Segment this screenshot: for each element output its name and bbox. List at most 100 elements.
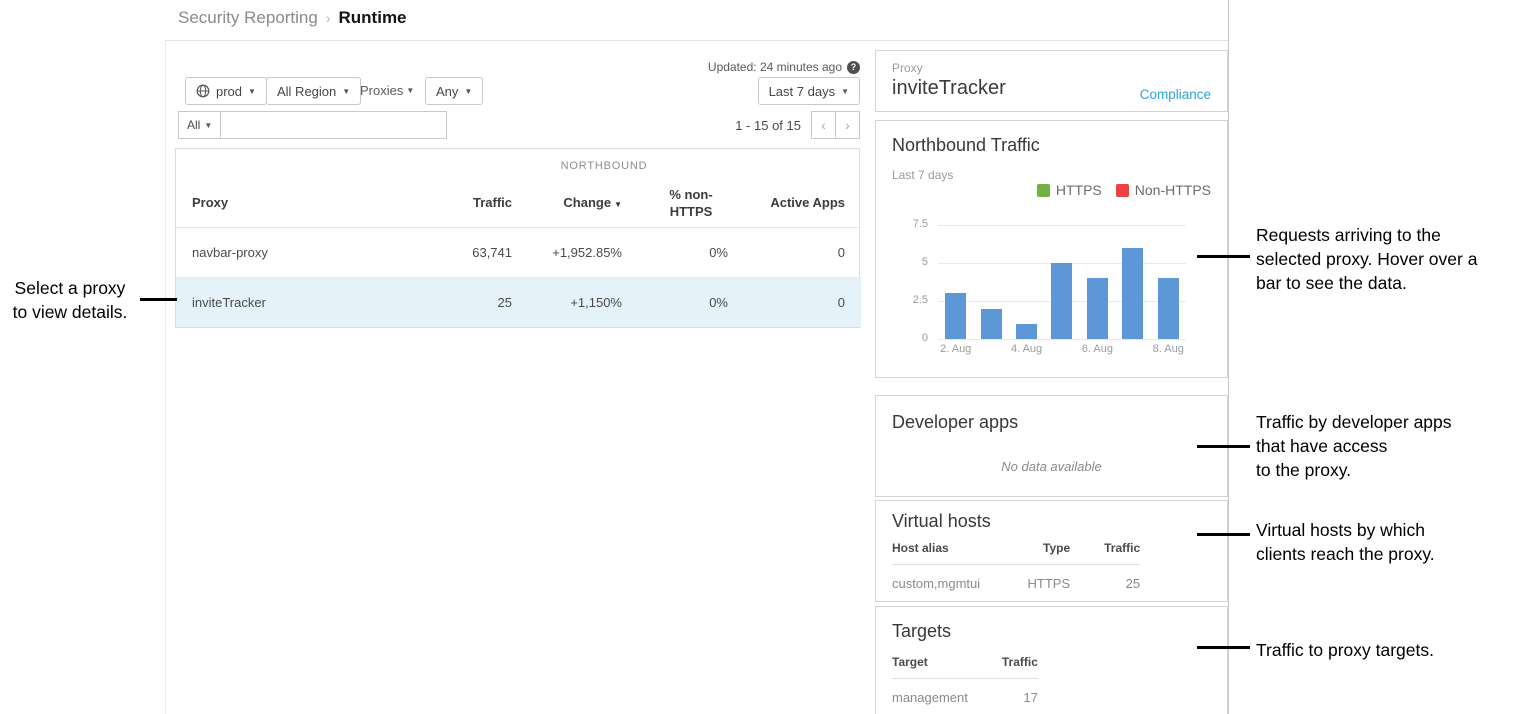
help-icon[interactable]: ?	[847, 61, 860, 74]
proxy-row-navbar-proxy[interactable]: navbar-proxy63,741+1,952.85%0%0	[176, 227, 861, 277]
chevron-down-icon: ▼	[342, 87, 350, 96]
environment-dropdown[interactable]: prod ▼	[185, 77, 267, 105]
compliance-link[interactable]: Compliance	[1140, 87, 1211, 102]
legend-item-https: HTTPS	[1037, 182, 1102, 198]
traffic-bar-6-aug[interactable]	[1087, 278, 1108, 339]
table-row-management: management17	[892, 679, 1038, 706]
cell-non-https: 0%	[638, 227, 744, 277]
traffic-bar-2-aug[interactable]	[945, 293, 966, 339]
legend-label: HTTPS	[1056, 182, 1102, 198]
callout-line	[1197, 445, 1250, 448]
column-header-traffic: Traffic	[968, 655, 1038, 679]
chevron-down-icon: ▼	[248, 87, 256, 96]
traffic-bar-7-aug[interactable]	[1122, 248, 1143, 339]
table-header-row: ProxyTrafficChange▼% non- HTTPSActive Ap…	[176, 179, 861, 227]
traffic-bar-3-aug[interactable]	[981, 309, 1002, 339]
legend-item-non-https: Non-HTTPS	[1116, 182, 1211, 198]
cell-proxy: inviteTracker	[176, 277, 426, 327]
content-right-border	[1228, 0, 1229, 714]
breadcrumb: Security Reporting › Runtime	[178, 8, 407, 28]
breadcrumb-separator-icon: ›	[326, 10, 331, 26]
column-header-host-alias: Host alias	[892, 541, 980, 565]
legend-label: Non-HTTPS	[1135, 182, 1211, 198]
bar-slot	[1151, 225, 1186, 339]
column-header-traffic[interactable]: Traffic	[426, 179, 528, 227]
column-header-type: Type	[980, 541, 1070, 565]
cell-traffic: 63,741	[426, 227, 528, 277]
annotation-developer-apps: Traffic by developer apps that have acce…	[1256, 410, 1516, 482]
cell-proxy: navbar-proxy	[176, 227, 426, 277]
table-row-custom-mgmtui: custom,mgmtuiHTTPS25	[892, 565, 1140, 592]
bar-slot	[1115, 225, 1150, 339]
x-axis-tick-label: 4. Aug	[1009, 343, 1044, 355]
proxies-label: Proxies	[360, 83, 403, 98]
globe-icon	[196, 84, 210, 98]
chevron-down-icon: ▼	[204, 121, 212, 130]
search-scope-dropdown[interactable]: All ▼	[178, 111, 221, 139]
virtual-hosts-card: Virtual hosts Host aliasTypeTraffic cust…	[875, 500, 1228, 602]
chevron-down-icon: ▼	[841, 87, 849, 96]
proxy-detail-header-card: Proxy inviteTracker Compliance	[875, 50, 1228, 112]
cell-traffic: 17	[968, 679, 1038, 706]
page-title: Runtime	[339, 8, 407, 28]
region-label: All Region	[277, 84, 336, 99]
legend-swatch-icon	[1116, 184, 1129, 197]
targets-header-row: TargetTraffic	[892, 655, 1038, 679]
y-axis-tick-label: 0	[883, 332, 928, 344]
targets-title: Targets	[892, 621, 951, 642]
any-filter-dropdown[interactable]: Any ▼	[425, 77, 483, 105]
annotation-requests: Requests arriving to the selected proxy.…	[1256, 223, 1516, 295]
developer-apps-card: Developer apps No data available	[875, 395, 1228, 497]
y-axis-tick-label: 5	[883, 256, 928, 268]
any-label: Any	[436, 84, 458, 99]
chevron-down-icon: ▼	[406, 86, 414, 95]
region-dropdown[interactable]: All Region ▼	[266, 77, 361, 105]
pagination-range: 1 - 15 of 15	[735, 118, 801, 133]
cell-host-alias: custom,mgmtui	[892, 565, 980, 592]
x-axis-tick-label	[1115, 343, 1150, 355]
x-axis-tick-label	[1044, 343, 1079, 355]
breadcrumb-section-link[interactable]: Security Reporting	[178, 8, 318, 28]
security-reporting-runtime-page: Security Reporting › Runtime Updated: 24…	[0, 0, 1516, 714]
updated-text: Updated: 24 minutes ago	[708, 60, 842, 74]
callout-line	[1197, 533, 1250, 536]
x-axis-tick-label: 6. Aug	[1080, 343, 1115, 355]
previous-page-button[interactable]: ‹	[811, 111, 836, 139]
cell-target: management	[892, 679, 968, 706]
northbound-traffic-title: Northbound Traffic	[892, 135, 1040, 156]
proxy-table: NORTHBOUND ProxyTrafficChange▼% non- HTT…	[175, 148, 860, 328]
traffic-bar-4-aug[interactable]	[1016, 324, 1037, 339]
chart-x-axis-labels: 2. Aug4. Aug6. Aug8. Aug	[938, 343, 1186, 355]
developer-apps-title: Developer apps	[892, 412, 1018, 433]
column-header-non-https[interactable]: % non- HTTPS	[638, 179, 744, 227]
callout-line	[140, 298, 177, 301]
proxy-label: Proxy	[892, 61, 923, 75]
bar-slot	[973, 225, 1008, 339]
traffic-bar-8-aug[interactable]	[1158, 278, 1179, 339]
proxies-dropdown[interactable]: Proxies ▼	[360, 83, 414, 98]
cell-traffic: 25	[426, 277, 528, 327]
column-header-target: Target	[892, 655, 968, 679]
proxy-row-invitetracker[interactable]: inviteTracker25+1,150%0%0	[176, 277, 861, 327]
column-header-proxy[interactable]: Proxy	[176, 179, 426, 227]
column-header-active-apps[interactable]: Active Apps	[744, 179, 861, 227]
search-input[interactable]	[220, 111, 447, 139]
callout-line	[1197, 646, 1250, 649]
next-page-button[interactable]: ›	[835, 111, 860, 139]
column-header-change[interactable]: Change▼	[528, 179, 638, 227]
time-range-dropdown[interactable]: Last 7 days ▼	[758, 77, 860, 105]
no-data-message: No data available	[876, 459, 1227, 474]
cell-non-https: 0%	[638, 277, 744, 327]
x-axis-tick-label	[973, 343, 1008, 355]
chart-legend: HTTPS Non-HTTPS	[1037, 182, 1211, 198]
search-scope-label: All	[187, 118, 200, 132]
environment-label: prod	[216, 84, 242, 99]
bar-slot	[938, 225, 973, 339]
annotation-select-proxy: Select a proxy to view details.	[0, 276, 140, 324]
northbound-traffic-card: Northbound Traffic Last 7 days HTTPS Non-…	[875, 120, 1228, 378]
callout-line	[1197, 255, 1250, 258]
traffic-bar-5-aug[interactable]	[1051, 263, 1072, 339]
table-group-header-row: NORTHBOUND	[176, 149, 859, 179]
bar-slot	[1044, 225, 1079, 339]
chart-subtitle: Last 7 days	[892, 168, 953, 182]
